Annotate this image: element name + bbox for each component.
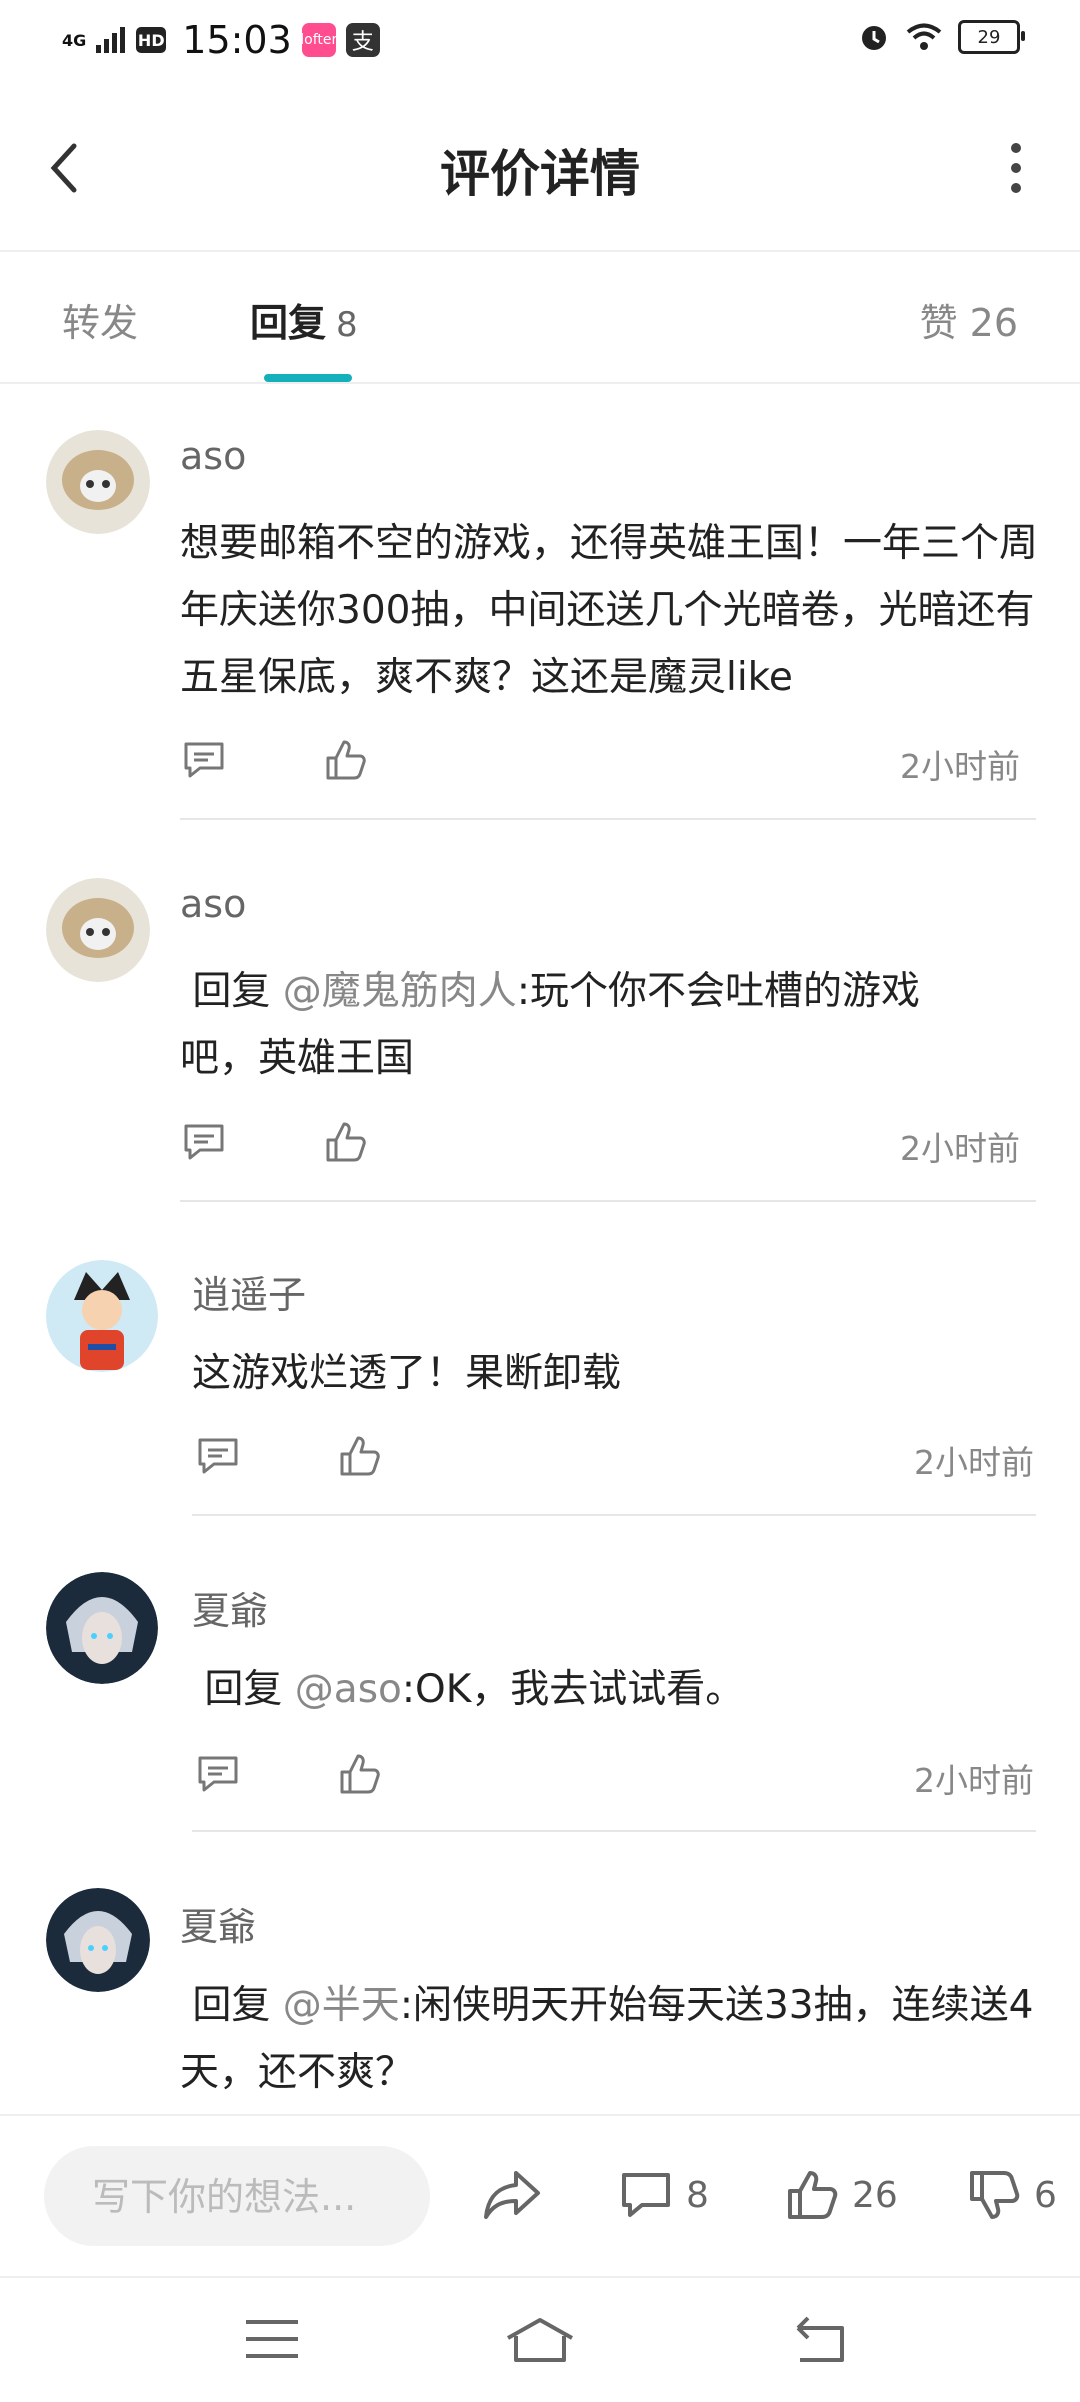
tab-reply-label: 回复 bbox=[250, 301, 327, 345]
reply-icon[interactable] bbox=[194, 1432, 242, 1480]
like-count-button[interactable]: 26 bbox=[784, 2160, 898, 2230]
zhi-icon: 支 bbox=[345, 23, 380, 57]
tab-forward[interactable]: 转发 bbox=[62, 292, 138, 347]
more-options-icon[interactable] bbox=[986, 138, 1046, 198]
avatar[interactable] bbox=[46, 1572, 158, 1684]
home-icon[interactable] bbox=[504, 2314, 576, 2364]
tab-reply[interactable]: 回复 8 bbox=[250, 292, 358, 347]
comment-actions: 2小时前 bbox=[180, 1118, 1070, 1178]
comment-time: 2小时前 bbox=[900, 1129, 1020, 1168]
system-nav-bar bbox=[0, 2276, 1080, 2402]
bottom-action-bar: 8 26 6 bbox=[0, 2114, 1080, 2276]
comment-text: 回复 @半天:闲侠明天开始每天送33抽，连续送4天，还不爽？ bbox=[180, 1972, 1040, 2106]
reply-prefix: 回复 bbox=[192, 1667, 295, 1712]
battery-level: 29 bbox=[977, 26, 1001, 48]
comment-input-box[interactable] bbox=[44, 2146, 430, 2248]
share-icon bbox=[484, 2171, 540, 2219]
comment-time: 2小时前 bbox=[914, 1761, 1034, 1800]
like-icon[interactable] bbox=[336, 1750, 384, 1798]
comment-body: :OK，我去试试看。 bbox=[401, 1667, 745, 1712]
avatar[interactable] bbox=[46, 1260, 158, 1372]
divider bbox=[180, 1200, 1036, 1202]
comment-actions: 2小时前 bbox=[194, 1750, 1080, 1810]
like-icon[interactable] bbox=[322, 736, 370, 784]
status-time: 15:03 bbox=[182, 18, 292, 62]
tab-like[interactable]: 赞 26 bbox=[920, 292, 1018, 347]
tab-reply-count: 8 bbox=[336, 305, 358, 345]
mention-link[interactable]: @aso bbox=[295, 1667, 402, 1712]
like-count: 26 bbox=[852, 2174, 898, 2216]
back-nav-icon[interactable] bbox=[792, 2314, 852, 2364]
reply-prefix: 回复 bbox=[180, 969, 283, 1014]
status-right: 29 bbox=[858, 20, 1025, 54]
comment-author[interactable]: 夏爺 bbox=[180, 1896, 256, 1951]
divider bbox=[180, 818, 1036, 820]
thumbs-down-icon bbox=[970, 2171, 1020, 2219]
comment-actions: 2小时前 bbox=[180, 736, 1070, 796]
comment-text: 想要邮箱不空的游戏，还得英雄王国！一年三个周年庆送你300抽，中间还送几个光暗卷… bbox=[180, 521, 1039, 700]
mention-link[interactable]: @半天 bbox=[283, 1983, 400, 2028]
avatar[interactable] bbox=[46, 878, 150, 982]
lofter-icon: lofter bbox=[300, 23, 337, 57]
avatar[interactable] bbox=[46, 430, 150, 534]
like-icon[interactable] bbox=[322, 1118, 370, 1166]
comment-author[interactable]: 夏爺 bbox=[192, 1580, 268, 1635]
signal-bars-icon bbox=[96, 27, 126, 53]
tab-bar: 转发 回复 8 赞 26 bbox=[0, 252, 1080, 384]
comment-time: 2小时前 bbox=[914, 1443, 1034, 1482]
reply-icon[interactable] bbox=[180, 1118, 228, 1166]
like-icon[interactable] bbox=[336, 1432, 384, 1480]
comment-input[interactable] bbox=[90, 2146, 414, 2248]
reply-icon[interactable] bbox=[180, 736, 228, 784]
divider bbox=[192, 1830, 1036, 1832]
hd-icon: HD bbox=[136, 27, 167, 53]
status-bar: 4G HD 15:03 lofter 支 29 bbox=[0, 0, 1080, 80]
active-tab-indicator bbox=[264, 374, 352, 382]
battery-icon: 29 bbox=[958, 20, 1025, 54]
avatar[interactable] bbox=[46, 1888, 150, 1992]
app-header: 评价详情 bbox=[0, 80, 1080, 252]
comment-text: 这游戏烂透了！果断卸载 bbox=[192, 1351, 622, 1396]
dislike-count-button[interactable]: 6 bbox=[966, 2160, 1057, 2230]
share-button[interactable] bbox=[482, 2160, 542, 2230]
dislike-count: 6 bbox=[1034, 2174, 1057, 2216]
comment-author[interactable]: 逍遥子 bbox=[192, 1264, 306, 1319]
comment-time: 2小时前 bbox=[900, 747, 1020, 786]
comment-count: 8 bbox=[686, 2174, 709, 2216]
alarm-icon bbox=[862, 26, 886, 50]
divider bbox=[192, 1514, 1036, 1516]
reply-icon[interactable] bbox=[194, 1750, 242, 1798]
comment-count-button[interactable]: 8 bbox=[618, 2160, 709, 2230]
signal-indicator: 4G bbox=[62, 30, 87, 50]
reply-prefix: 回复 bbox=[180, 1983, 283, 2028]
comment-text: 回复 @aso:OK，我去试试看。 bbox=[192, 1656, 1032, 1723]
wifi-icon bbox=[906, 23, 942, 50]
page-title: 评价详情 bbox=[440, 145, 640, 203]
thumbs-up-icon bbox=[788, 2171, 838, 2219]
comment-icon bbox=[622, 2173, 670, 2217]
comment-text: 回复 @魔鬼筋肉人:玩个你不会吐槽的游戏吧，英雄王国 bbox=[180, 958, 980, 1092]
status-left: 4G HD 15:03 lofter 支 bbox=[62, 18, 380, 62]
comment-author[interactable]: aso bbox=[180, 882, 246, 926]
menu-icon[interactable] bbox=[242, 2314, 302, 2364]
comment-actions: 2小时前 bbox=[194, 1432, 1080, 1492]
mention-link[interactable]: @魔鬼筋肉人 bbox=[283, 969, 517, 1014]
comment-author[interactable]: aso bbox=[180, 434, 246, 478]
